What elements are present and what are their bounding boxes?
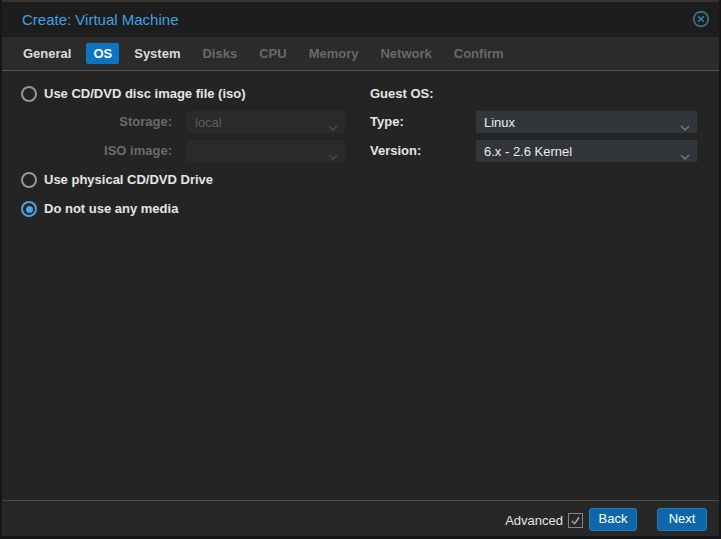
storage-label: Storage: — [60, 114, 172, 130]
tab-os[interactable]: OS — [86, 43, 119, 64]
dialog-footer: Advanced Back Next — [0, 500, 721, 537]
dialog-title: Create: Virtual Machine — [22, 11, 178, 28]
close-icon[interactable] — [692, 10, 710, 28]
chevron-down-icon — [680, 119, 690, 134]
type-label: Type: — [370, 114, 404, 130]
tab-disks: Disks — [195, 43, 244, 64]
iso-image-select — [187, 140, 345, 162]
dialog-titlebar: Create: Virtual Machine — [0, 0, 721, 37]
tab-cpu: CPU — [252, 43, 293, 64]
version-label: Version: — [370, 143, 421, 159]
advanced-label: Advanced — [463, 513, 563, 528]
tab-general[interactable]: General — [16, 43, 78, 64]
type-select[interactable]: Linux — [476, 111, 697, 133]
next-button[interactable]: Next — [657, 508, 707, 531]
version-select[interactable]: 6.x - 2.6 Kernel — [476, 140, 697, 162]
radio-physical-cd-label[interactable]: Use physical CD/DVD Drive — [44, 172, 213, 188]
tab-system[interactable]: System — [127, 43, 187, 64]
radio-use-iso-label[interactable]: Use CD/DVD disc image file (iso) — [44, 86, 246, 102]
type-value: Linux — [484, 115, 515, 130]
back-button[interactable]: Back — [589, 508, 637, 531]
radio-no-media-label[interactable]: Do not use any media — [44, 201, 178, 217]
radio-no-media[interactable] — [21, 201, 37, 217]
tab-bar: General OS System Disks CPU Memory Netwo… — [0, 37, 721, 70]
tab-confirm: Confirm — [447, 43, 511, 64]
storage-value: local — [195, 115, 222, 130]
radio-use-iso[interactable] — [21, 86, 37, 102]
chevron-down-icon — [328, 148, 338, 163]
radio-physical-cd[interactable] — [21, 172, 37, 188]
guest-os-header: Guest OS: — [370, 86, 434, 102]
advanced-checkbox[interactable] — [568, 513, 583, 528]
os-tab-panel: Use CD/DVD disc image file (iso) Storage… — [0, 70, 721, 500]
tab-network: Network — [373, 43, 438, 64]
iso-image-label: ISO image: — [60, 143, 172, 159]
storage-select: local — [187, 111, 345, 133]
chevron-down-icon — [680, 148, 690, 163]
chevron-down-icon — [328, 119, 338, 134]
version-value: 6.x - 2.6 Kernel — [484, 144, 572, 159]
tab-memory: Memory — [302, 43, 366, 64]
